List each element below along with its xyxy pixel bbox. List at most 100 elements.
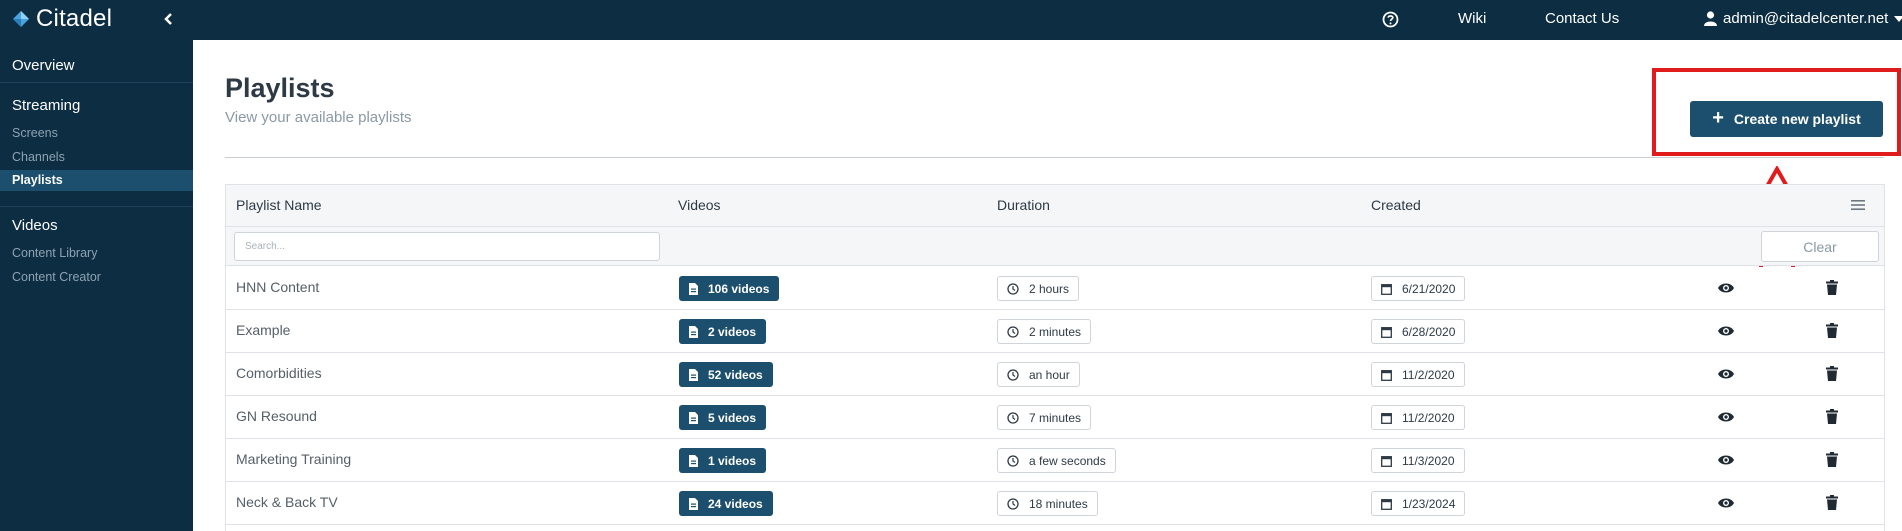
file-icon [689,497,698,510]
duration-pill: 18 minutes [997,491,1098,516]
duration-text: 2 hours [1029,281,1070,296]
file-icon [689,368,698,381]
eye-icon[interactable] [1718,281,1734,295]
sidebar-item-content-creator[interactable]: Content Creator [12,270,101,284]
calendar-icon [1381,326,1392,338]
table-row[interactable]: Marketing Training 1 videos a few second… [226,439,1884,482]
top-bar: Citadel Wiki Contact Us admin@citadelcen… [0,0,1902,40]
videos-badge[interactable]: 5 videos [679,405,767,430]
app-name: Citadel [36,5,113,32]
sidebar-collapse-button[interactable] [160,8,178,30]
calendar-icon [1381,369,1392,381]
videos-count: 1 videos [708,453,757,468]
created-pill: 6/21/2020 [1371,276,1466,301]
clock-icon [1007,497,1019,510]
column-header-created[interactable]: Created [1371,197,1421,213]
created-date: 11/2/2020 [1402,367,1455,382]
videos-count: 106 videos [708,281,770,296]
sidebar-item-channels[interactable]: Channels [12,150,65,164]
created-pill: 11/2/2020 [1371,362,1465,387]
file-icon [689,282,698,295]
duration-text: 2 minutes [1029,324,1082,339]
videos-badge[interactable]: 52 videos [679,362,773,387]
created-pill: 1/23/2024 [1371,491,1466,516]
videos-count: 5 videos [708,410,757,425]
playlist-name[interactable]: Marketing Training [236,451,351,467]
page-title: Playlists [225,73,335,103]
file-icon [689,325,698,338]
table-header: Playlist Name Videos Duration Created [226,185,1884,227]
sidebar-item-content-library[interactable]: Content Library [12,246,97,260]
calendar-icon [1381,412,1392,424]
column-header-videos[interactable]: Videos [678,197,721,213]
user-email: admin@citadelcenter.net [1723,10,1889,27]
trash-icon[interactable] [1826,280,1838,295]
trash-icon[interactable] [1826,323,1838,338]
created-pill: 11/3/2020 [1371,448,1465,473]
app-logo[interactable]: Citadel [12,5,112,33]
created-date: 11/3/2020 [1402,453,1455,468]
duration-pill: a few seconds [997,448,1116,473]
videos-count: 2 videos [708,324,757,339]
videos-badge[interactable]: 106 videos [679,276,780,301]
playlist-name[interactable]: Neck & Back TV [236,494,338,510]
clear-button[interactable]: Clear [1761,231,1879,262]
search-input[interactable] [234,232,660,261]
videos-badge[interactable]: 24 videos [679,491,773,516]
videos-count: 52 videos [708,367,763,382]
trash-icon[interactable] [1826,366,1838,381]
sidebar-item-overview[interactable]: Overview [12,57,75,74]
table-row[interactable]: Example 2 videos 2 minutes 6/28/2020 [226,310,1884,353]
column-header-duration[interactable]: Duration [997,197,1050,213]
logo-icon [12,10,30,28]
playlist-name[interactable]: Comorbidities [236,365,322,381]
table-row[interactable]: Neck & Back TV 24 videos 18 minutes 1/23… [226,482,1884,525]
eye-icon[interactable] [1718,324,1734,338]
playlist-name[interactable]: GN Resound [236,408,317,424]
sidebar-section-videos: Videos [12,217,58,234]
calendar-icon [1381,498,1392,510]
videos-badge[interactable]: 1 videos [679,448,767,473]
created-date: 1/23/2024 [1402,496,1456,511]
sidebar-item-screens[interactable]: Screens [12,126,58,140]
filter-row: Clear [226,227,1884,266]
duration-pill: 7 minutes [997,405,1092,430]
eye-icon[interactable] [1718,367,1734,381]
user-icon [1704,11,1717,26]
clock-icon [1007,282,1019,295]
hamburger-menu-icon[interactable] [1851,198,1865,212]
trash-icon[interactable] [1826,452,1838,467]
contact-us-link[interactable]: Contact Us [1545,10,1619,27]
duration-text: a few seconds [1029,453,1106,468]
created-date: 6/28/2020 [1402,324,1456,339]
playlist-name[interactable]: HNN Content [236,279,319,295]
sidebar-item-playlists[interactable]: Playlists [12,173,63,187]
annotation-highlight-box [1652,68,1901,156]
created-date: 11/2/2020 [1402,410,1455,425]
duration-text: 18 minutes [1029,496,1088,511]
sidebar-section-streaming: Streaming [12,97,81,114]
duration-pill: 2 minutes [997,319,1092,344]
question-circle-icon[interactable] [1382,11,1399,28]
column-header-name[interactable]: Playlist Name [236,197,322,213]
file-icon [689,411,698,424]
calendar-icon [1381,455,1392,467]
playlist-name[interactable]: Example [236,322,290,338]
wiki-link[interactable]: Wiki [1458,10,1486,27]
clock-icon [1007,325,1019,338]
table-row[interactable]: GN Resound 5 videos 7 minutes 11/2/2020 [226,396,1884,439]
clock-icon [1007,454,1019,467]
eye-icon[interactable] [1718,410,1734,424]
videos-badge[interactable]: 2 videos [679,319,767,344]
trash-icon[interactable] [1826,495,1838,510]
table-row[interactable]: HNN Content 106 videos 2 hours 6/21/2020 [226,267,1884,310]
duration-pill: an hour [997,362,1080,387]
eye-icon[interactable] [1718,496,1734,510]
clock-icon [1007,368,1019,381]
user-menu[interactable]: admin@citadelcenter.net [1704,10,1902,27]
eye-icon[interactable] [1718,453,1734,467]
trash-icon[interactable] [1826,409,1838,424]
caret-down-icon [1894,15,1902,22]
created-pill: 6/28/2020 [1371,319,1466,344]
table-row[interactable]: Comorbidities 52 videos an hour 11/2/202… [226,353,1884,396]
